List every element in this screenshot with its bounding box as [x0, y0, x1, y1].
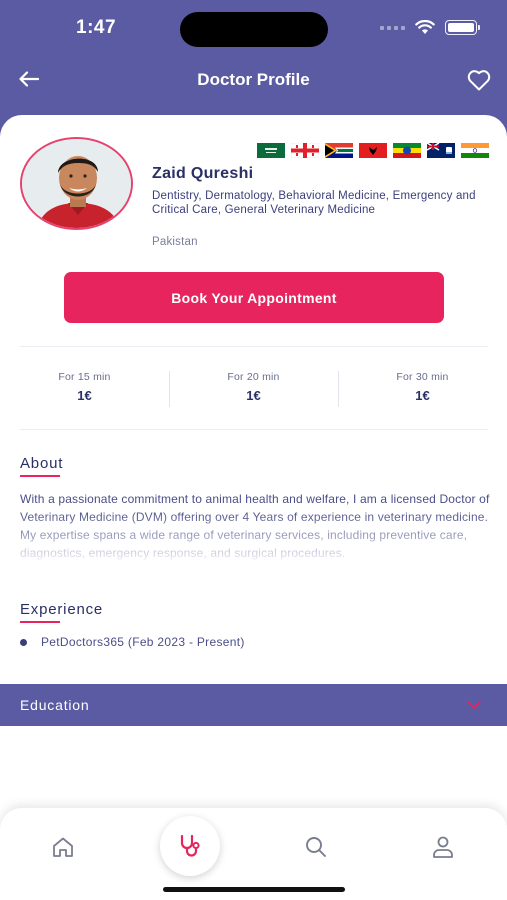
- battery-icon: [445, 20, 480, 35]
- price-option-15[interactable]: For 15 min 1€: [0, 365, 169, 409]
- price-label: For 20 min: [227, 371, 280, 383]
- page-title: Doctor Profile: [197, 70, 310, 89]
- divider: [20, 346, 488, 347]
- favorite-button[interactable]: [465, 66, 493, 94]
- about-title: About: [20, 455, 64, 472]
- doctor-country: Pakistan: [152, 236, 198, 248]
- experience-item-text: PetDoctors365 (Feb 2023 - Present): [41, 635, 245, 649]
- divider: [20, 429, 488, 430]
- wifi-icon: [415, 20, 435, 34]
- experience-heading: Experience: [20, 601, 104, 623]
- ethiopia-flag: [393, 143, 421, 158]
- india-flag: [461, 143, 489, 158]
- home-indicator: [163, 887, 345, 892]
- signal-icon: [380, 25, 405, 30]
- profile-sheet: Zaid Qureshi Dentistry, Dermatology, Beh…: [0, 115, 507, 900]
- status-bar: 1:47: [0, 0, 507, 56]
- price-option-20[interactable]: For 20 min 1€: [169, 365, 338, 409]
- nav-header: Doctor Profile: [0, 58, 507, 104]
- heading-underline: [20, 621, 60, 623]
- doctor-name: Zaid Qureshi: [152, 165, 254, 182]
- language-flags: [257, 143, 489, 158]
- book-appointment-button[interactable]: Book Your Appointment: [64, 272, 444, 323]
- experience-title: Experience: [20, 601, 104, 618]
- heading-underline: [20, 475, 60, 477]
- price-label: For 15 min: [58, 371, 111, 383]
- doctor-avatar: [20, 137, 133, 230]
- albania-flag: [359, 143, 387, 158]
- tab-appointments[interactable]: [160, 816, 220, 876]
- search-icon: [306, 837, 326, 857]
- heart-icon: [467, 70, 491, 91]
- price-option-30[interactable]: For 30 min 1€: [338, 365, 507, 409]
- saudi-arabia-flag: [257, 143, 285, 158]
- about-fade: [0, 510, 507, 580]
- chevron-down-icon: [465, 696, 483, 714]
- anguilla-flag: [427, 143, 455, 158]
- status-icons: [380, 20, 480, 35]
- home-icon: [53, 837, 73, 857]
- price-value: 1€: [246, 388, 261, 403]
- price-value: 1€: [415, 388, 430, 403]
- dynamic-island: [180, 12, 328, 47]
- stethoscope-icon: [180, 834, 200, 857]
- bottom-nav: [0, 808, 507, 900]
- price-label: For 30 min: [396, 371, 449, 383]
- tab-profile[interactable]: [428, 832, 458, 862]
- price-value: 1€: [77, 388, 92, 403]
- status-time: 1:47: [76, 17, 117, 38]
- bullet-icon: [20, 638, 27, 646]
- doctor-specialties: Dentistry, Dermatology, Behavioral Medic…: [152, 190, 476, 216]
- south-africa-flag: [325, 143, 353, 158]
- education-accordion[interactable]: Education: [0, 684, 507, 726]
- about-heading: About: [20, 455, 64, 477]
- pricing-options: For 15 min 1€ For 20 min 1€ For 30 min 1…: [0, 365, 507, 409]
- georgia-flag: [291, 143, 319, 158]
- education-title: Education: [20, 697, 90, 713]
- tab-home[interactable]: [48, 832, 78, 862]
- experience-item: PetDoctors365 (Feb 2023 - Present): [20, 635, 245, 649]
- user-icon: [433, 836, 453, 858]
- tab-search[interactable]: [301, 832, 331, 862]
